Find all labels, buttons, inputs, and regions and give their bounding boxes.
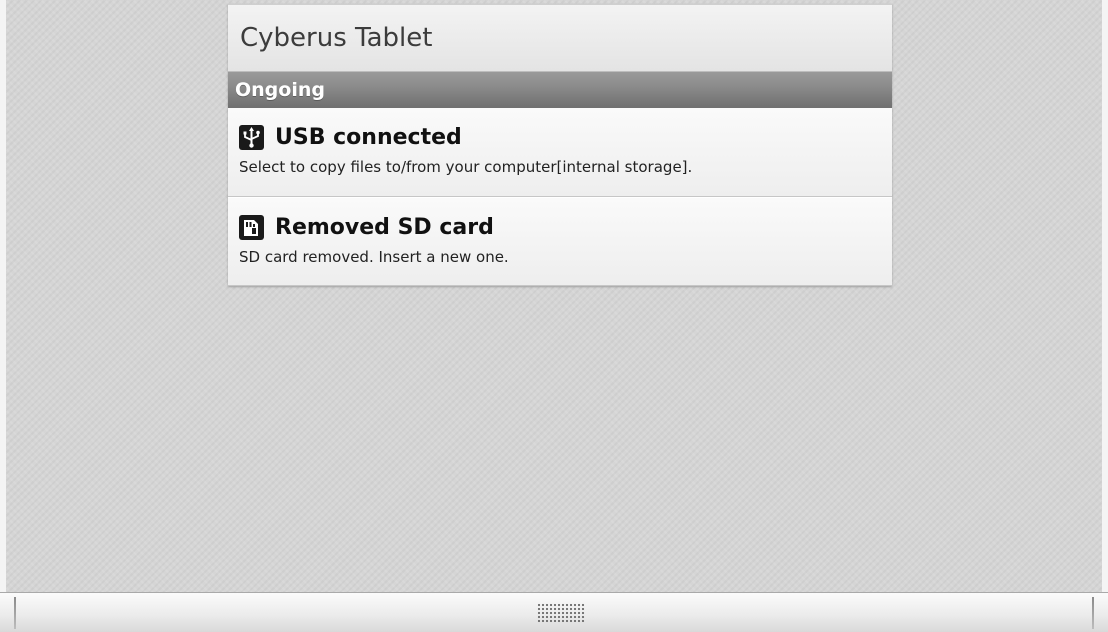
bar-divider-right: [1092, 597, 1094, 629]
notification-title: Removed SD card: [275, 214, 494, 240]
screen: Cyberus Tablet Ongoing USB connected Sel…: [0, 0, 1108, 632]
bottom-bar: [0, 592, 1108, 632]
screen-edge-right: [1102, 0, 1108, 632]
notification-title: USB connected: [275, 124, 462, 150]
section-header-ongoing: Ongoing: [228, 72, 892, 108]
bar-divider-left: [14, 597, 16, 629]
screen-edge-left: [0, 0, 6, 632]
notification-panel: Cyberus Tablet Ongoing USB connected Sel…: [228, 4, 892, 286]
notification-text: SD card removed. Insert a new one.: [239, 248, 509, 266]
notification-removed-sd-card[interactable]: Removed SD card SD card removed. Insert …: [228, 197, 892, 286]
sd-card-icon: [239, 214, 264, 240]
usb-icon: [239, 124, 264, 150]
grip-handle-icon[interactable]: [537, 603, 585, 623]
notification-usb-connected[interactable]: USB connected Select to copy files to/fr…: [228, 108, 892, 197]
notification-text: Select to copy files to/from your comput…: [239, 158, 693, 176]
panel-title: Cyberus Tablet: [228, 4, 892, 72]
